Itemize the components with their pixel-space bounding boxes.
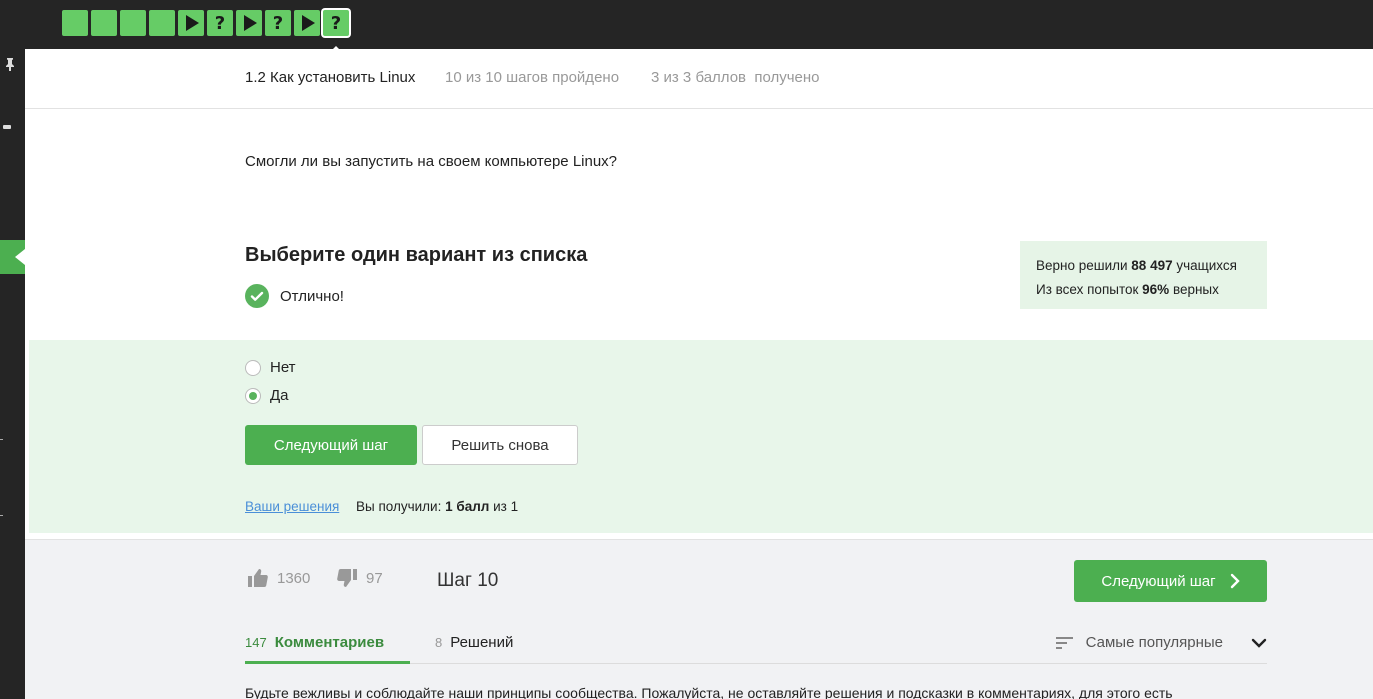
radio-button[interactable] — [245, 359, 261, 376]
step-6-quiz[interactable]: ? — [207, 10, 233, 36]
answer-area: Нет Да Следующий шаг Решить снова Ваши р… — [29, 340, 1373, 533]
step-10-quiz-current[interactable]: ? — [323, 10, 349, 52]
left-sidebar-strip — [0, 49, 25, 699]
result-text: Отлично! — [280, 287, 344, 305]
tab-count: 147 — [245, 635, 267, 650]
points-progress: 3 из 3 баллов получено — [651, 69, 820, 86]
thumbs-down-icon — [337, 569, 357, 587]
radio-button-selected[interactable] — [245, 387, 261, 404]
question-text: Смогли ли вы запустить на своем компьюте… — [245, 153, 618, 170]
solved-prefix: Верно решили — [1036, 258, 1132, 273]
attempts-percent: 96% — [1142, 282, 1170, 297]
step-footer: 1360 97 Шаг 10 Следующий шаг 147 Коммент… — [25, 539, 1373, 699]
chevron-down-icon — [1251, 638, 1267, 648]
score-prefix: Вы получили: — [356, 499, 446, 514]
check-circle-icon — [245, 284, 269, 308]
choose-title: Выберите один вариант из списка — [245, 244, 588, 266]
solved-count: 88 497 — [1131, 258, 1173, 273]
steps-progress: 10 из 10 шагов пройдено — [445, 69, 620, 86]
result-status: Отлично! — [245, 284, 344, 308]
step-7-video[interactable] — [236, 10, 262, 36]
attempts-stat: Из всех попыток 96% верных — [1036, 278, 1251, 302]
active-tab-indicator — [245, 661, 410, 664]
sort-label: Самые популярные — [1085, 634, 1223, 651]
your-solutions-link[interactable]: Ваши решения — [245, 499, 339, 514]
option-no[interactable]: Нет — [245, 359, 296, 376]
tab-label: Решений — [450, 634, 514, 651]
attempts-suffix: верных — [1169, 282, 1219, 297]
question-icon: ? — [272, 12, 284, 34]
tab-solutions[interactable]: 8 Решений — [435, 634, 513, 651]
step-1-done[interactable] — [62, 10, 88, 36]
dislikes-count: 97 — [366, 569, 383, 587]
step-5-video[interactable] — [178, 10, 204, 36]
pin-icon[interactable] — [4, 57, 16, 71]
chevron-right-icon — [1230, 573, 1240, 589]
play-icon — [244, 15, 257, 31]
step-4-done[interactable] — [149, 10, 175, 36]
step-8-quiz[interactable]: ? — [265, 10, 291, 36]
step-2-done[interactable] — [91, 10, 117, 36]
step-number: Шаг 10 — [437, 570, 499, 591]
attempts-prefix: Из всех попыток — [1036, 282, 1143, 297]
tick-mark — [0, 439, 3, 440]
thumbs-up-icon — [248, 569, 268, 587]
likes-count: 1360 — [277, 569, 311, 587]
option-label: Да — [270, 387, 289, 404]
lesson-title[interactable]: 1.2 Как установить Linux — [245, 69, 415, 86]
next-step-footer-button[interactable]: Следующий шаг — [1074, 560, 1267, 602]
question-icon: ? — [330, 12, 342, 34]
next-step-footer-label: Следующий шаг — [1101, 572, 1216, 590]
step-3-done[interactable] — [120, 10, 146, 36]
next-step-button[interactable]: Следующий шаг — [245, 425, 417, 465]
step-navigation: ? ? ? — [62, 10, 349, 52]
like-button[interactable]: 1360 — [247, 568, 310, 588]
dislike-button[interactable]: 97 — [336, 568, 383, 588]
retry-button[interactable]: Решить снова — [422, 425, 578, 465]
tab-count: 8 — [435, 635, 443, 650]
tick-mark — [0, 515, 3, 516]
lesson-header: 1.2 Как установить Linux 10 из 10 шагов … — [25, 49, 1373, 109]
step-9-video[interactable] — [294, 10, 320, 36]
score-suffix: из 1 — [489, 499, 519, 514]
top-bar: ? ? ? — [0, 0, 1373, 52]
current-lesson-marker[interactable] — [0, 240, 25, 274]
sort-icon — [1055, 636, 1073, 649]
question-icon: ? — [214, 12, 226, 34]
stats-box: Верно решили 88 497 учащихся Из всех поп… — [1020, 241, 1267, 309]
collapse-icon[interactable] — [3, 125, 11, 129]
tab-label: Комментариев — [274, 634, 385, 651]
solved-suffix: учащихся — [1172, 258, 1237, 273]
sort-dropdown[interactable]: Самые популярные — [1055, 634, 1267, 651]
option-label: Нет — [270, 359, 296, 376]
community-notice: Будьте вежливы и соблюдайте наши принцип… — [245, 685, 1173, 699]
option-yes[interactable]: Да — [245, 387, 289, 404]
score-value: 1 балл — [445, 499, 490, 514]
play-icon — [186, 15, 199, 31]
score-text: Вы получили: 1 балл из 1 — [356, 499, 518, 514]
play-icon — [302, 15, 315, 31]
tab-comments[interactable]: 147 Комментариев — [245, 634, 384, 651]
solved-stat: Верно решили 88 497 учащихся — [1036, 254, 1251, 278]
discussion-tabs: 147 Комментариев 8 Решений Самые популяр… — [245, 624, 1267, 664]
